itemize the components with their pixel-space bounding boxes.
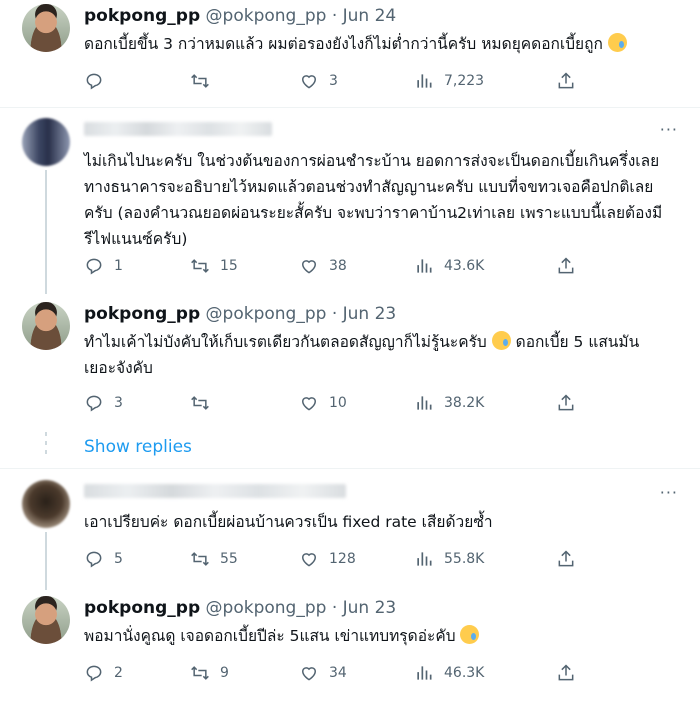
views-button[interactable]: 38.2K — [414, 391, 484, 415]
like-button[interactable]: 10 — [299, 391, 347, 415]
reply-icon — [86, 258, 102, 275]
reply-button[interactable]: 1 — [84, 254, 123, 278]
retweet-icon — [191, 259, 209, 273]
more-options-button[interactable]: ··· — [660, 483, 678, 502]
tweet-header: pokpong_pp @pokpong_pp · Jun 24 — [84, 6, 397, 26]
share-icon — [558, 257, 574, 274]
like-button[interactable]: 128 — [299, 547, 356, 571]
more-icon: ··· — [659, 120, 678, 139]
views-button[interactable]: 46.3K — [414, 661, 484, 685]
views-button[interactable]: 43.6K — [414, 254, 484, 278]
share-button[interactable] — [556, 254, 586, 278]
avatar[interactable] — [22, 4, 70, 52]
tweet-text: เอาเปรียบค่ะ ดอกเบี้ยผ่อนบ้านควรเป็น fix… — [84, 513, 493, 531]
share-icon — [558, 550, 574, 567]
retweet-icon — [191, 552, 209, 566]
retweet-button[interactable]: 9 — [190, 661, 229, 685]
analytics-icon — [417, 74, 432, 88]
analytics-icon — [417, 666, 432, 680]
tweet-actions: 2 9 34 46.3K — [84, 661, 584, 685]
share-button[interactable] — [556, 547, 586, 571]
retweet-icon — [191, 396, 209, 410]
thread-line — [45, 532, 47, 590]
reply-button[interactable]: 5 — [84, 547, 123, 571]
tweet-text: ไม่เกินไปนะครับ ในช่วงต้นของการผ่อนชำระบ… — [84, 152, 663, 248]
views-button[interactable]: 7,223 — [414, 69, 484, 93]
retweet-button[interactable]: 55 — [190, 547, 238, 571]
heart-icon — [301, 667, 317, 681]
retweet-icon — [191, 666, 209, 680]
reply-icon — [86, 551, 102, 568]
crying-face-emoji — [607, 33, 627, 52]
share-button[interactable] — [556, 391, 586, 415]
heart-icon — [301, 397, 317, 411]
blurred-username — [84, 484, 346, 498]
like-button[interactable]: 3 — [299, 69, 338, 93]
timestamp[interactable]: Jun 23 — [343, 304, 397, 324]
handle[interactable]: @pokpong_pp — [206, 6, 327, 26]
divider — [0, 468, 700, 469]
heart-icon — [301, 553, 317, 567]
display-name[interactable]: pokpong_pp — [84, 304, 200, 324]
retweet-button[interactable] — [190, 69, 220, 93]
loudly-crying-face-emoji — [491, 331, 511, 350]
display-name[interactable]: pokpong_pp — [84, 598, 200, 618]
thread-dots — [45, 432, 47, 459]
reply-button[interactable]: 3 — [84, 391, 123, 415]
tweet-actions: 3 10 38.2K — [84, 391, 584, 415]
reply-icon — [86, 665, 102, 682]
like-button[interactable]: 38 — [299, 254, 347, 278]
reply-button[interactable] — [84, 69, 114, 93]
tweet-actions: 1 15 38 43.6K — [84, 254, 584, 278]
tweet-actions: 5 55 128 55.8K — [84, 547, 584, 571]
heart-icon — [301, 75, 317, 89]
more-icon: ··· — [659, 483, 678, 502]
tweet-text: ดอกเบี้ยขึ้น 3 กว่าหมดแล้ว ผมต่อรองยังไง… — [84, 31, 670, 57]
display-name[interactable]: pokpong_pp — [84, 6, 200, 26]
avatar[interactable] — [22, 480, 70, 528]
thread-line — [45, 170, 47, 294]
analytics-icon — [417, 259, 432, 273]
tweet-text: พอมานั่งคูณดู เจอดอกเบี้ยปีล่ะ 5แสน เข่า… — [84, 623, 670, 649]
timestamp[interactable]: Jun 23 — [343, 598, 397, 618]
retweet-button[interactable]: 15 — [190, 254, 238, 278]
share-button[interactable] — [556, 69, 586, 93]
reply-icon — [86, 73, 102, 90]
reply-icon — [86, 395, 102, 412]
divider — [0, 107, 700, 108]
views-button[interactable]: 55.8K — [414, 547, 484, 571]
show-replies-link[interactable]: Show replies — [84, 437, 192, 457]
more-options-button[interactable]: ··· — [660, 120, 678, 139]
share-button[interactable] — [556, 661, 586, 685]
blurred-username — [84, 122, 272, 136]
share-icon — [558, 394, 574, 411]
share-icon — [558, 72, 574, 89]
tweet-header: pokpong_pp @pokpong_pp · Jun 23 — [84, 598, 397, 618]
avatar[interactable] — [22, 118, 70, 166]
retweet-icon — [191, 74, 209, 88]
tweet-text: ทำไมเค้าไม่บังคับให้เก็บเรตเดียวกันตลอดส… — [84, 331, 640, 377]
tweet-actions: 3 7,223 — [84, 69, 584, 93]
analytics-icon — [417, 552, 432, 566]
avatar[interactable] — [22, 596, 70, 644]
share-icon — [558, 664, 574, 681]
timestamp[interactable]: Jun 24 — [343, 6, 397, 26]
handle[interactable]: @pokpong_pp — [206, 598, 327, 618]
like-button[interactable]: 34 — [299, 661, 347, 685]
reply-button[interactable]: 2 — [84, 661, 123, 685]
tweet-header: pokpong_pp @pokpong_pp · Jun 23 — [84, 304, 397, 324]
avatar[interactable] — [22, 302, 70, 350]
heart-icon — [301, 260, 317, 274]
crying-face-emoji — [460, 625, 480, 644]
handle[interactable]: @pokpong_pp — [206, 304, 327, 324]
analytics-icon — [417, 396, 432, 410]
retweet-button[interactable] — [190, 391, 220, 415]
